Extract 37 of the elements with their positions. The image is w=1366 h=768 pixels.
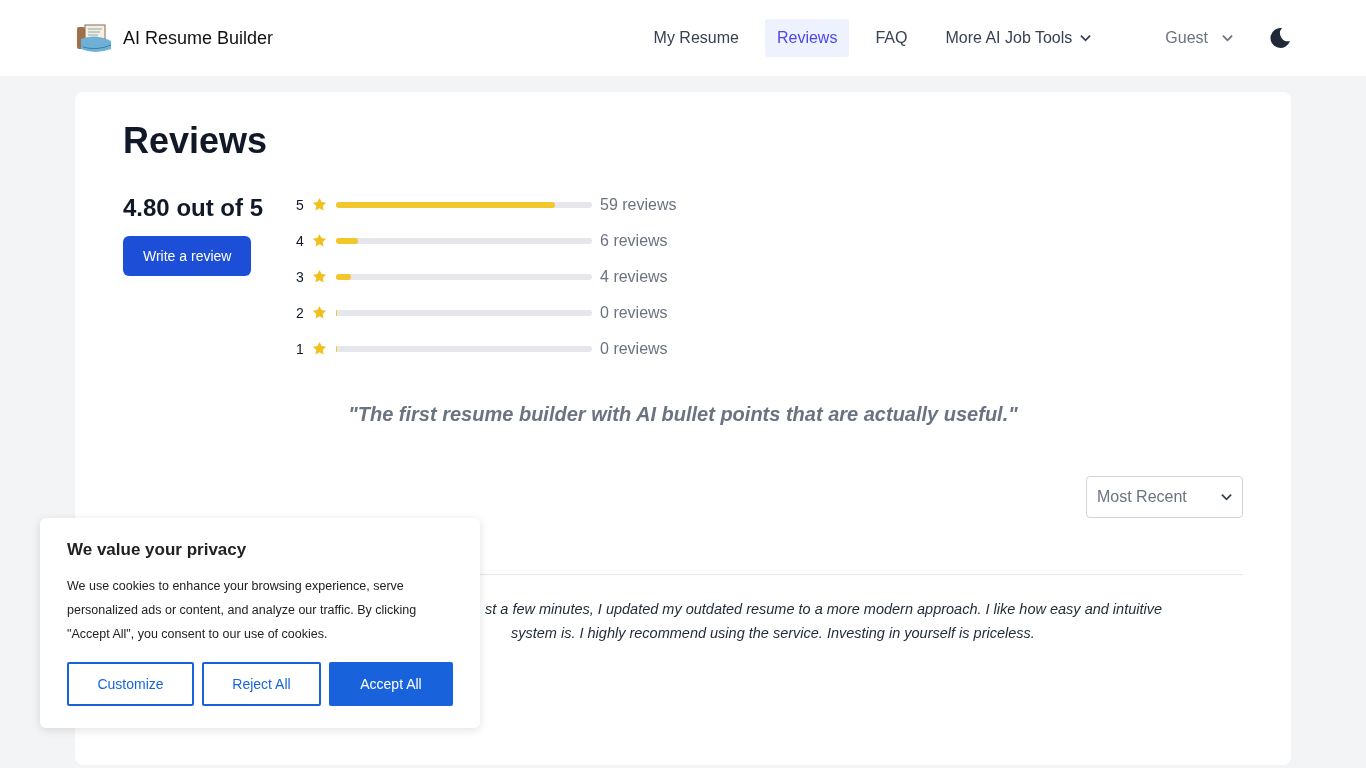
nav-link[interactable]: More AI Job Tools	[933, 19, 1104, 57]
star-level-label: 3	[296, 268, 305, 285]
testimonial-quote: "The first resume builder with AI bullet points that are actually useful."	[347, 403, 1019, 426]
sort-dropdown[interactable]: Most Recent	[1086, 476, 1243, 518]
star-icon	[312, 197, 328, 212]
review-count: 59 reviews	[600, 195, 677, 214]
logo-icon	[75, 21, 113, 55]
review-text: st a few minutes, I updated my outdated resume to a more modern approach. I like how easy and intuitive	[485, 600, 1164, 619]
star-level-label: 2	[296, 304, 305, 321]
review-count: 0 reviews	[600, 339, 668, 358]
cookie-title: We value your privacy	[67, 540, 248, 560]
brand-name[interactable]: AI Resume Builder	[123, 27, 274, 49]
accept-button[interactable]: Accept All	[329, 662, 453, 706]
review-count: 4 reviews	[600, 267, 668, 286]
write-review-button[interactable]: Write a review	[123, 236, 252, 276]
nav-link[interactable]: FAQ	[863, 19, 920, 57]
review-count: 0 reviews	[600, 303, 668, 322]
caret-icon	[1221, 493, 1232, 501]
cookie-button[interactable]: Reject All	[202, 662, 321, 706]
review-count: 6 reviews	[600, 231, 668, 250]
cookie-text: We use cookies to enhance your browsing experience, serve personalized ads or content, and analyze our traffic. By clicking "Accept All", you consent to our use of cookies.	[67, 578, 418, 643]
star-level-label: 1	[296, 340, 305, 357]
cookie-button[interactable]: Customize	[67, 662, 194, 706]
star-icon	[312, 233, 328, 248]
moon-icon[interactable]	[1269, 27, 1291, 49]
star-icon	[312, 305, 328, 320]
star-icon	[312, 269, 328, 284]
caret-icon	[1222, 34, 1233, 42]
nav-link[interactable]: Reviews	[764, 19, 850, 57]
page-title: Reviews	[123, 120, 269, 162]
review-text: system is. I highly recommend using the service. Investing in yourself is priceless.	[510, 624, 1036, 643]
user-menu[interactable]: Guest	[1159, 28, 1239, 48]
average-rating: 4.80 out of 5	[123, 194, 264, 222]
star-level-label: 4	[296, 232, 305, 249]
star-icon	[312, 341, 328, 356]
star-level-label: 5	[296, 196, 305, 213]
nav-link[interactable]: My Resume	[641, 19, 751, 57]
